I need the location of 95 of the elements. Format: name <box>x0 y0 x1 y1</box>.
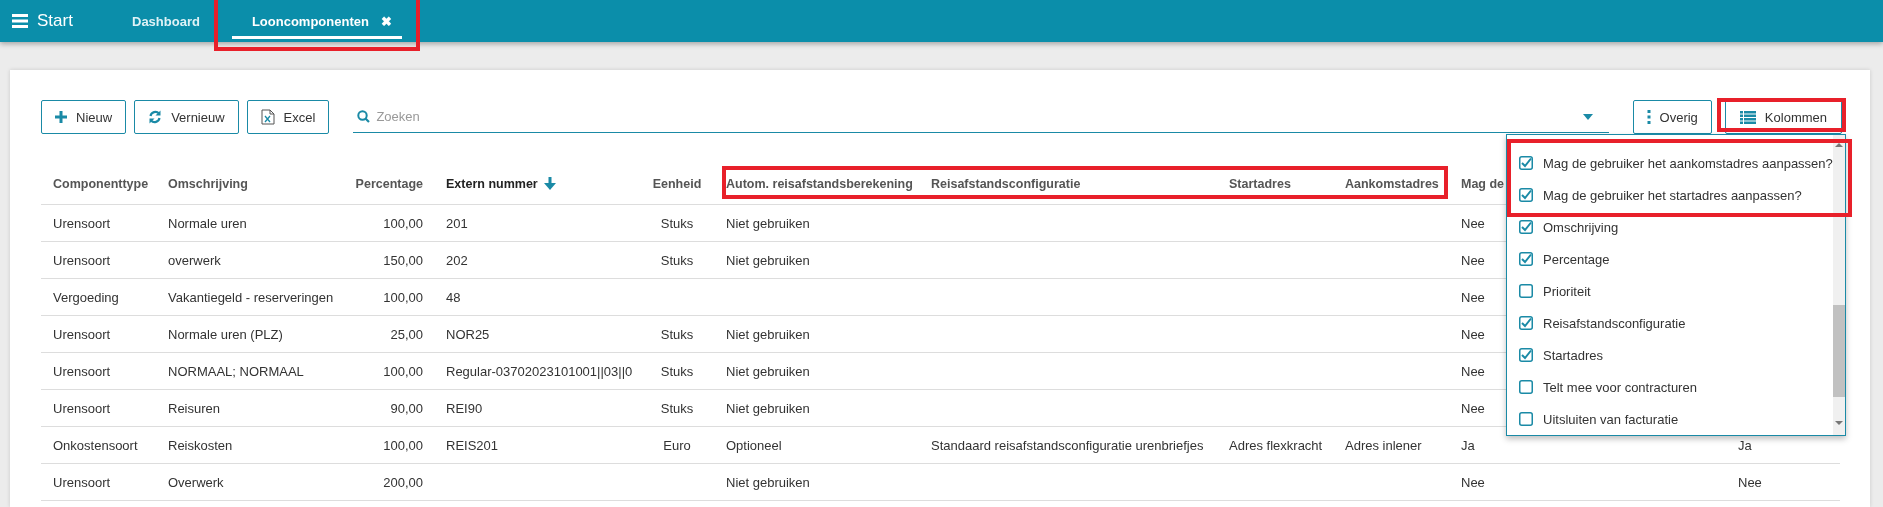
column-header[interactable]: Extern nummer <box>446 177 538 191</box>
spreadsheet-file-icon <box>260 109 275 125</box>
table-cell: 202 <box>446 252 468 268</box>
table-cell: 100,00 <box>383 363 423 379</box>
sort-down-arrow-icon <box>543 177 556 190</box>
column-header[interactable]: Eenheid <box>652 177 702 191</box>
column-header[interactable]: Startadres <box>1229 177 1291 191</box>
column-header[interactable]: Mag de <box>1461 177 1505 191</box>
table-cell: 25,00 <box>390 326 423 342</box>
table-cell: Reisuren <box>168 400 221 416</box>
table-cell: NORMAAL; NORMAAL <box>168 363 304 379</box>
column-option[interactable]: Percentage <box>1507 243 1833 275</box>
table-cell: Reiskosten <box>168 437 233 453</box>
menu-icon <box>12 14 28 28</box>
table-cell: 100,00 <box>383 215 423 231</box>
table-cell: 201 <box>446 215 468 231</box>
toolbar-button[interactable]: Vernieuw <box>134 100 239 134</box>
table-cell: Ja <box>1738 437 1752 453</box>
table-cell: Nee <box>1461 252 1485 268</box>
column-option[interactable]: Startadres <box>1507 339 1833 371</box>
table-cell: Niet gebruiken <box>726 363 810 379</box>
search-input[interactable]: Zoeken <box>376 109 1577 124</box>
column-option[interactable]: Omschrijving <box>1507 211 1833 243</box>
table-cell: overwerk <box>168 252 221 268</box>
table-cell: Overwerk <box>168 474 224 490</box>
table-cell: Stuks <box>660 400 694 416</box>
scroll-up-icon[interactable] <box>1834 143 1843 147</box>
table-cell: 100,00 <box>383 437 423 453</box>
table-cell: Normale uren (PLZ) <box>168 326 283 342</box>
plus-icon <box>55 111 67 123</box>
table-cell: Stuks <box>660 363 694 379</box>
table-cell: Nee <box>1461 326 1485 342</box>
table-cell: 100,00 <box>383 289 423 305</box>
table-cell: 48 <box>446 289 461 305</box>
column-option[interactable]: Telt mee voor contracturen <box>1507 371 1833 403</box>
table-cell: Nee <box>1461 400 1485 416</box>
table-cell: Normale uren <box>168 215 247 231</box>
column-header[interactable]: Omschrijving <box>168 177 248 191</box>
column-option[interactable]: Uitsluiten van facturatie <box>1507 403 1833 435</box>
table-cell: Nee <box>1461 363 1485 379</box>
close-icon[interactable]: ✖ <box>380 13 392 29</box>
table-cell: Urensoort <box>53 215 111 231</box>
toolbar-button[interactable]: Overig <box>1632 100 1712 134</box>
scroll-down-icon[interactable] <box>1834 421 1843 425</box>
table-cell: Urensoort <box>53 363 111 379</box>
toolbar-button[interactable]: Excel <box>246 100 330 134</box>
scrollbar-thumb[interactable] <box>1832 305 1845 397</box>
vertical-dots-icon <box>1646 110 1651 124</box>
table-cell: 90,00 <box>390 400 423 416</box>
table-cell: Onkostensoort <box>53 437 138 453</box>
table-cell: Euro <box>663 437 691 453</box>
table-cell: Optioneel <box>726 437 782 453</box>
toolbar-button[interactable]: Nieuw <box>41 100 127 134</box>
table-cell: Niet gebruiken <box>726 474 810 490</box>
refresh-icon <box>148 110 163 124</box>
search-field[interactable]: Zoeken <box>353 101 1609 133</box>
column-option[interactable]: Prioriteit <box>1507 275 1833 307</box>
dropdown-caret-icon <box>1582 113 1593 120</box>
table-cell: Nee <box>1461 474 1485 490</box>
table-cell: Nee <box>1461 215 1485 231</box>
table-cell: Nee <box>1738 474 1762 490</box>
column-header[interactable]: Componenttype <box>53 177 149 191</box>
table-cell: Standaard reisafstandsconfiguratie urenbriefjes <box>931 437 1204 453</box>
table-cell: Stuks <box>660 215 694 231</box>
table-cell: NOR25 <box>446 326 490 342</box>
table-cell: Adres inlener <box>1345 437 1422 453</box>
table-cell: 200,00 <box>383 474 423 490</box>
table-cell: Regular-03702023101001||03||0 <box>446 363 633 379</box>
table-cell: Niet gebruiken <box>726 326 810 342</box>
table-cell: Niet gebruiken <box>726 400 810 416</box>
table-cell: Urensoort <box>53 474 111 490</box>
table-cell: Adres flexkracht <box>1229 437 1323 453</box>
table-cell: 150,00 <box>383 252 423 268</box>
table-cell: Nee <box>1461 289 1485 305</box>
table-cell: Urensoort <box>53 252 111 268</box>
start-menu-button[interactable]: Start <box>0 0 118 42</box>
table-cell: Urensoort <box>53 400 111 416</box>
table-cell: Niet gebruiken <box>726 215 810 231</box>
table-cell: Ja <box>1461 437 1475 453</box>
table-cell: Stuks <box>660 326 694 342</box>
list-icon <box>1739 110 1756 124</box>
table-cell: Urensoort <box>53 326 111 342</box>
column-header[interactable]: Autom. reisafstandsberekening <box>726 177 913 191</box>
table-cell: REIS201 <box>446 437 499 453</box>
scrollbar[interactable] <box>1832 135 1845 435</box>
table-cell: Stuks <box>660 252 694 268</box>
table-cell: Vergoeding <box>53 289 119 305</box>
table-cell: REI90 <box>446 400 483 416</box>
search-icon <box>357 110 371 123</box>
column-option[interactable]: Reisafstandsconfiguratie <box>1507 307 1833 339</box>
table-cell: Niet gebruiken <box>726 252 810 268</box>
table-cell: Vakantiegeld - reserveringen <box>168 289 334 305</box>
column-header[interactable]: Aankomstadres <box>1345 177 1439 191</box>
column-header[interactable]: Percentage <box>355 177 423 191</box>
column-header[interactable]: Reisafstandsconfiguratie <box>931 177 1081 191</box>
